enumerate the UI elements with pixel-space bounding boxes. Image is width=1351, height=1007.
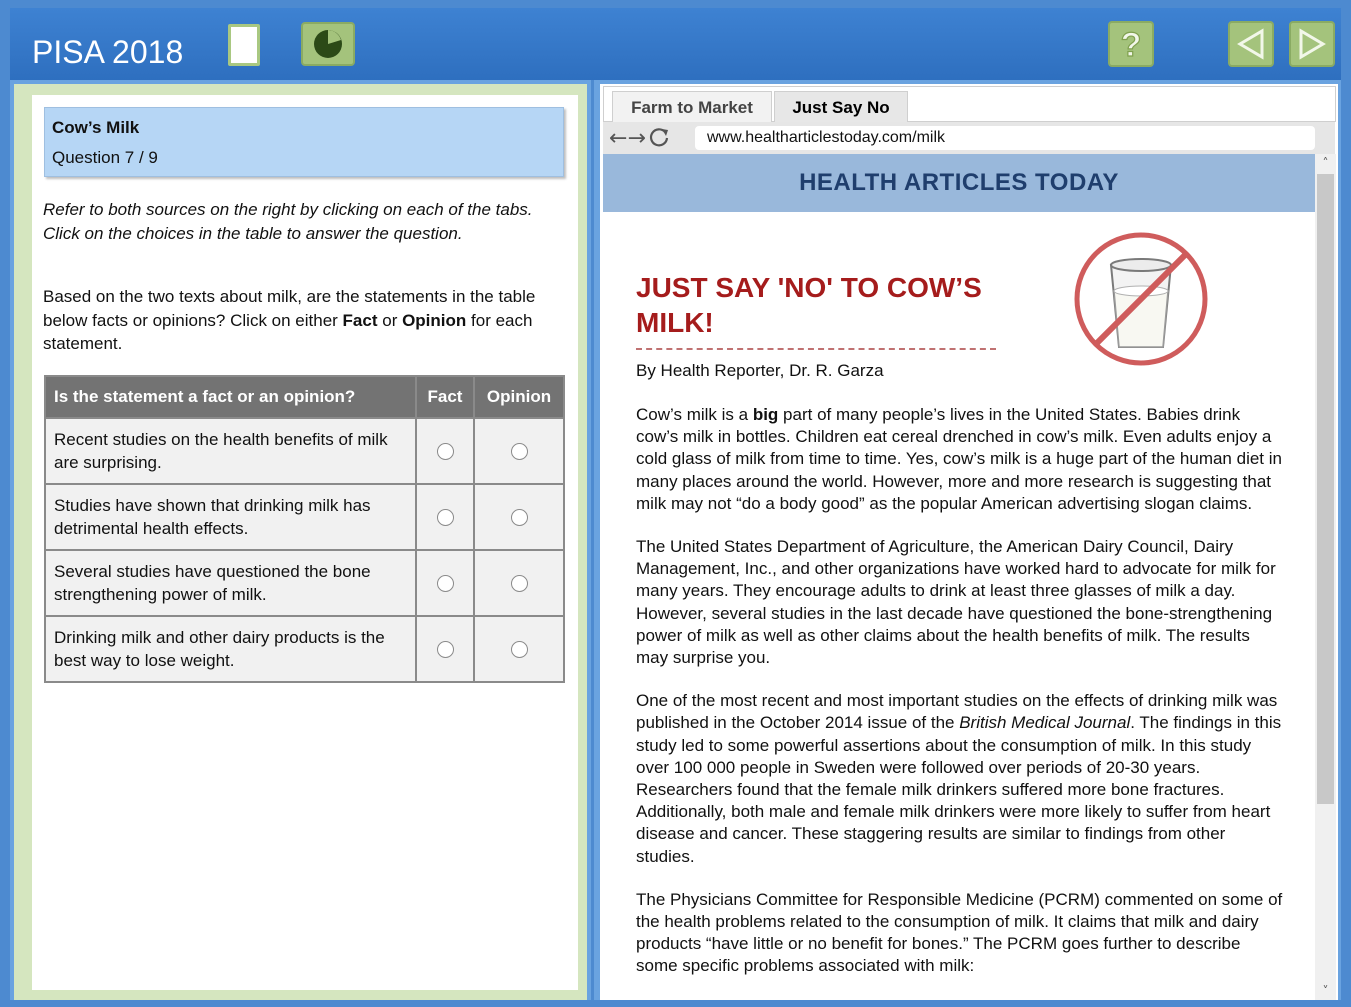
url-bar[interactable]: www.healtharticlestoday.com/milk xyxy=(695,126,1315,150)
question-card: Cow’s Milk Question 7 / 9 xyxy=(44,107,564,177)
forward-arrow-icon[interactable]: → xyxy=(627,126,645,151)
opinion-radio[interactable] xyxy=(510,641,528,659)
italic-text: British Medical Journal xyxy=(959,713,1131,733)
svg-text:?: ? xyxy=(1121,26,1142,62)
article-paragraph: The Physicians Committee for Responsible… xyxy=(636,889,1283,976)
table-row: Several studies have questioned the bone… xyxy=(44,549,565,617)
question-panel: Cow’s Milk Question 7 / 9 Refer to both … xyxy=(32,95,578,990)
statement-cell: Several studies have questioned the bone… xyxy=(44,549,417,617)
article-paragraph: The United States Department of Agricult… xyxy=(636,537,1276,668)
back-arrow-icon[interactable]: ← xyxy=(609,126,627,151)
table-row: Drinking milk and other dairy products i… xyxy=(44,615,565,683)
article-body: Cow’s milk is a big part of many people’… xyxy=(636,404,1286,999)
timer-icon xyxy=(314,30,342,58)
question-prompt: Based on the two texts about milk, are t… xyxy=(43,285,563,356)
prompt-or: or xyxy=(377,310,403,330)
bold-text: big xyxy=(752,405,779,424)
browser-nav-bar: ←→ www.healtharticlestoday.com/milk xyxy=(603,122,1335,154)
opinion-choice-cell[interactable] xyxy=(473,483,565,551)
refresh-icon[interactable] xyxy=(648,126,670,148)
question-mark-icon: ? xyxy=(1120,26,1142,62)
no-milk-icon xyxy=(1074,232,1208,366)
scroll-down-icon[interactable]: ˅ xyxy=(1315,982,1336,1000)
arrow-left-icon xyxy=(1237,28,1264,60)
fact-choice-cell[interactable] xyxy=(415,615,475,683)
title-divider xyxy=(636,348,996,350)
source-tabs: Farm to Market Just Say No xyxy=(603,86,1336,124)
question-title: Cow’s Milk xyxy=(52,118,140,137)
table-row: Recent studies on the health benefits of… xyxy=(44,417,565,485)
help-button[interactable]: ? xyxy=(1108,21,1154,67)
timer-button[interactable] xyxy=(301,22,355,66)
prompt-opinion: Opinion xyxy=(402,310,467,330)
paragraph-text: . The findings in this study led to some… xyxy=(636,713,1282,866)
fact-choice-cell[interactable] xyxy=(415,417,475,485)
fact-choice-cell[interactable] xyxy=(415,483,475,551)
next-button[interactable] xyxy=(1289,21,1335,67)
prompt-fact: Fact xyxy=(342,310,378,330)
article-viewport: HEALTH ARTICLES TODAY JUST SAY 'NO' TO C… xyxy=(603,154,1315,1000)
statement-cell: Recent studies on the health benefits of… xyxy=(44,417,417,485)
back-button[interactable] xyxy=(1228,21,1274,67)
fact-opinion-table: Is the statement a fact or an opinion? F… xyxy=(44,375,565,683)
tab-just-say-no[interactable]: Just Say No xyxy=(774,91,908,124)
question-number: Question 7 / 9 xyxy=(52,148,158,167)
paragraph-text: Cow’s milk is a xyxy=(636,405,753,424)
opinion-radio[interactable] xyxy=(510,575,528,593)
document-button[interactable] xyxy=(228,24,260,66)
instructions-text: Refer to both sources on the right by cl… xyxy=(43,200,533,243)
opinion-choice-cell[interactable] xyxy=(473,549,565,617)
table-row: Studies have shown that drinking milk ha… xyxy=(44,483,565,551)
article-paragraph: Cow’s milk is a big part of many people’… xyxy=(636,404,1286,515)
article-title: JUST SAY 'NO' TO COW’S MILK! xyxy=(636,272,982,338)
statement-cell: Studies have shown that drinking milk ha… xyxy=(44,483,417,551)
article-byline: By Health Reporter, Dr. R. Garza xyxy=(636,361,884,380)
statement-cell: Drinking milk and other dairy products i… xyxy=(44,615,417,683)
scroll-up-icon[interactable]: ˄ xyxy=(1315,154,1336,172)
opinion-radio[interactable] xyxy=(510,443,528,461)
article-scrollbar[interactable]: ˄ ˅ xyxy=(1315,154,1336,1000)
arrow-right-icon xyxy=(1299,28,1326,60)
fact-radio[interactable] xyxy=(436,575,454,593)
scrollbar-thumb[interactable] xyxy=(1317,174,1334,804)
opinion-header: Opinion xyxy=(473,375,565,419)
source-panel: Farm to Market Just Say No ←→ www.health… xyxy=(600,84,1338,1000)
article-paragraph: One of the most recent and most importan… xyxy=(636,690,1286,868)
fact-header: Fact xyxy=(415,375,475,419)
table-header-row: Is the statement a fact or an opinion? F… xyxy=(44,375,565,419)
tab-farm-to-market[interactable]: Farm to Market xyxy=(612,91,772,124)
opinion-choice-cell[interactable] xyxy=(473,417,565,485)
opinion-choice-cell[interactable] xyxy=(473,615,565,683)
nav-controls: ←→ xyxy=(609,126,670,151)
app-title: PISA 2018 xyxy=(32,34,184,70)
opinion-radio[interactable] xyxy=(510,509,528,527)
top-bar: PISA 2018 ? xyxy=(10,8,1341,80)
statement-header: Is the statement a fact or an opinion? xyxy=(44,375,417,419)
site-banner: HEALTH ARTICLES TODAY xyxy=(603,154,1315,212)
fact-radio[interactable] xyxy=(436,443,454,461)
fact-radio[interactable] xyxy=(436,509,454,527)
fact-choice-cell[interactable] xyxy=(415,549,475,617)
fact-radio[interactable] xyxy=(436,641,454,659)
